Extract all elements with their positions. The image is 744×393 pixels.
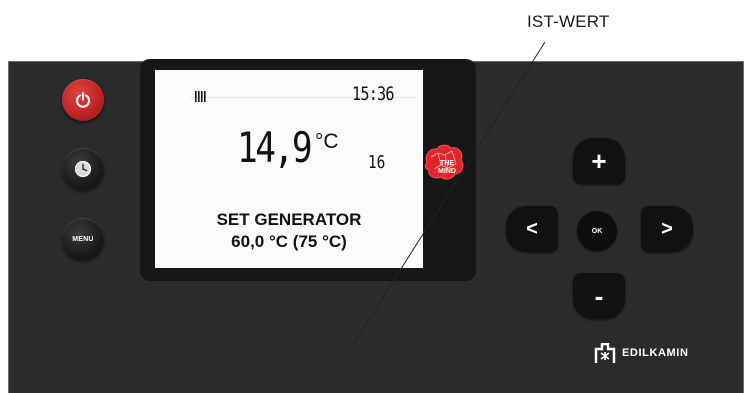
menu-button[interactable]: MENU (62, 218, 104, 260)
badge-line-1: THE (440, 160, 454, 167)
time-readout: 15:36 (352, 83, 395, 105)
status-line-1: SET GENERATOR (216, 210, 362, 229)
temperature-unit: °C (315, 130, 339, 153)
badge-line-2: MIND (438, 168, 456, 175)
the-mind-badge: THE MIND (424, 144, 464, 180)
plus-button[interactable]: + (573, 138, 625, 184)
power-icon (76, 92, 90, 108)
minus-label: - (594, 280, 604, 311)
edilkamin-logo-icon (594, 343, 616, 363)
bars-icon (195, 91, 206, 102)
ok-label: OK (591, 227, 603, 235)
brand-name: EDILKAMIN (622, 347, 689, 359)
callout-label: IST-WERT (527, 12, 610, 31)
right-label: > (661, 217, 673, 240)
menu-label: MENU (72, 235, 94, 243)
clock-icon (74, 160, 92, 178)
ok-button[interactable]: OK (577, 211, 617, 251)
right-button[interactable]: > (641, 206, 693, 252)
status-line-2: 60,0 °C (75 °C) (231, 232, 347, 251)
plus-label: + (591, 145, 607, 176)
lcd-display: 15:36 14,9 °C 16 SET GENERATOR 60,0 °C (… (155, 70, 423, 268)
clock-button[interactable] (62, 148, 104, 190)
left-label: < (526, 217, 538, 240)
brand-logo: EDILKAMIN (594, 343, 689, 363)
power-button[interactable] (62, 79, 104, 121)
minus-button[interactable]: - (573, 273, 625, 319)
left-button[interactable]: < (506, 206, 558, 252)
temperature-readout: 14,9 (237, 123, 313, 172)
secondary-readout: 16 (368, 152, 386, 173)
